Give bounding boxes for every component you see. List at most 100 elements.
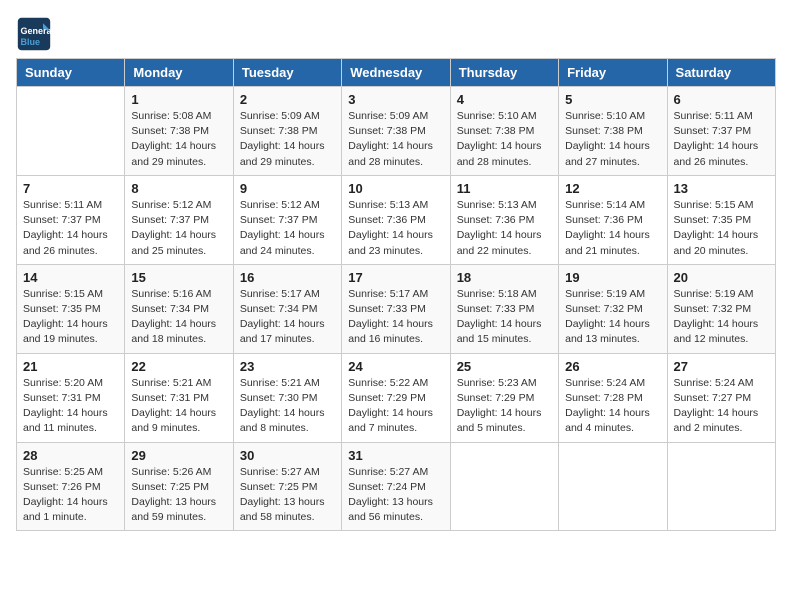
day-number: 20 [674,270,769,285]
day-info: Sunrise: 5:26 AMSunset: 7:25 PMDaylight:… [131,465,226,526]
day-number: 12 [565,181,660,196]
day-number: 10 [348,181,443,196]
day-info: Sunrise: 5:15 AMSunset: 7:35 PMDaylight:… [23,287,118,348]
calendar-cell: 29 Sunrise: 5:26 AMSunset: 7:25 PMDayligh… [125,442,233,531]
calendar-cell [559,442,667,531]
calendar-cell: 20 Sunrise: 5:19 AMSunset: 7:32 PMDayligh… [667,264,775,353]
calendar-cell: 16 Sunrise: 5:17 AMSunset: 7:34 PMDayligh… [233,264,341,353]
weekday-header-cell: Sunday [17,59,125,87]
day-info: Sunrise: 5:12 AMSunset: 7:37 PMDaylight:… [240,198,335,259]
calendar-cell: 7 Sunrise: 5:11 AMSunset: 7:37 PMDaylight… [17,175,125,264]
day-number: 7 [23,181,118,196]
day-info: Sunrise: 5:15 AMSunset: 7:35 PMDaylight:… [674,198,769,259]
weekday-header-cell: Wednesday [342,59,450,87]
calendar-cell: 30 Sunrise: 5:27 AMSunset: 7:25 PMDayligh… [233,442,341,531]
weekday-header-row: SundayMondayTuesdayWednesdayThursdayFrid… [17,59,776,87]
day-info: Sunrise: 5:27 AMSunset: 7:25 PMDaylight:… [240,465,335,526]
day-info: Sunrise: 5:25 AMSunset: 7:26 PMDaylight:… [23,465,118,526]
day-number: 5 [565,92,660,107]
day-info: Sunrise: 5:14 AMSunset: 7:36 PMDaylight:… [565,198,660,259]
calendar-cell: 21Sunrise: 5:20 AMSunset: 7:31 PMDayligh… [17,353,125,442]
page-header: General Blue [16,16,776,52]
day-number: 28 [23,448,118,463]
calendar-body: 1 Sunrise: 5:08 AMSunset: 7:38 PMDaylight… [17,87,776,531]
day-info: Sunrise: 5:19 AMSunset: 7:32 PMDaylight:… [565,287,660,348]
calendar-cell: 26 Sunrise: 5:24 AMSunset: 7:28 PMDayligh… [559,353,667,442]
day-number: 3 [348,92,443,107]
day-info: Sunrise: 5:11 AMSunset: 7:37 PMDaylight:… [23,198,118,259]
calendar-cell: 1 Sunrise: 5:08 AMSunset: 7:38 PMDaylight… [125,87,233,176]
logo-icon: General Blue [16,16,52,52]
day-info: Sunrise: 5:22 AMSunset: 7:29 PMDaylight:… [348,376,443,437]
weekday-header-cell: Monday [125,59,233,87]
calendar-table: SundayMondayTuesdayWednesdayThursdayFrid… [16,58,776,531]
calendar-week-row: 28 Sunrise: 5:25 AMSunset: 7:26 PMDayligh… [17,442,776,531]
calendar-cell: 8 Sunrise: 5:12 AMSunset: 7:37 PMDaylight… [125,175,233,264]
calendar-cell: 12 Sunrise: 5:14 AMSunset: 7:36 PMDayligh… [559,175,667,264]
day-number: 18 [457,270,552,285]
day-info: Sunrise: 5:27 AMSunset: 7:24 PMDaylight:… [348,465,443,526]
calendar-week-row: 14 Sunrise: 5:15 AMSunset: 7:35 PMDayligh… [17,264,776,353]
day-info: Sunrise: 5:16 AMSunset: 7:34 PMDaylight:… [131,287,226,348]
calendar-cell [450,442,558,531]
day-info: Sunrise: 5:23 AMSunset: 7:29 PMDaylight:… [457,376,552,437]
day-number: 8 [131,181,226,196]
day-info: Sunrise: 5:17 AMSunset: 7:33 PMDaylight:… [348,287,443,348]
day-info: Sunrise: 5:19 AMSunset: 7:32 PMDaylight:… [674,287,769,348]
calendar-cell: 11 Sunrise: 5:13 AMSunset: 7:36 PMDayligh… [450,175,558,264]
calendar-week-row: 7 Sunrise: 5:11 AMSunset: 7:37 PMDaylight… [17,175,776,264]
day-info: Sunrise: 5:13 AMSunset: 7:36 PMDaylight:… [457,198,552,259]
logo: General Blue [16,16,54,52]
calendar-cell: 18 Sunrise: 5:18 AMSunset: 7:33 PMDayligh… [450,264,558,353]
calendar-cell: 5 Sunrise: 5:10 AMSunset: 7:38 PMDaylight… [559,87,667,176]
day-number: 16 [240,270,335,285]
weekday-header-cell: Saturday [667,59,775,87]
day-number: 13 [674,181,769,196]
day-number: 4 [457,92,552,107]
svg-text:Blue: Blue [21,37,41,47]
day-info: Sunrise: 5:24 AMSunset: 7:28 PMDaylight:… [565,376,660,437]
day-info: Sunrise: 5:09 AMSunset: 7:38 PMDaylight:… [240,109,335,170]
day-number: 24 [348,359,443,374]
weekday-header-cell: Tuesday [233,59,341,87]
day-number: 17 [348,270,443,285]
calendar-cell: 19Sunrise: 5:19 AMSunset: 7:32 PMDayligh… [559,264,667,353]
calendar-cell: 27Sunrise: 5:24 AMSunset: 7:27 PMDayligh… [667,353,775,442]
day-number: 11 [457,181,552,196]
calendar-cell: 13 Sunrise: 5:15 AMSunset: 7:35 PMDayligh… [667,175,775,264]
day-number: 6 [674,92,769,107]
day-info: Sunrise: 5:21 AMSunset: 7:30 PMDaylight:… [240,376,335,437]
day-info: Sunrise: 5:20 AMSunset: 7:31 PMDaylight:… [23,376,118,437]
calendar-cell: 25 Sunrise: 5:23 AMSunset: 7:29 PMDayligh… [450,353,558,442]
calendar-cell: 2 Sunrise: 5:09 AMSunset: 7:38 PMDaylight… [233,87,341,176]
day-info: Sunrise: 5:12 AMSunset: 7:37 PMDaylight:… [131,198,226,259]
day-number: 29 [131,448,226,463]
calendar-cell [17,87,125,176]
day-number: 27 [674,359,769,374]
day-info: Sunrise: 5:11 AMSunset: 7:37 PMDaylight:… [674,109,769,170]
day-info: Sunrise: 5:08 AMSunset: 7:38 PMDaylight:… [131,109,226,170]
day-info: Sunrise: 5:10 AMSunset: 7:38 PMDaylight:… [565,109,660,170]
day-number: 30 [240,448,335,463]
day-info: Sunrise: 5:18 AMSunset: 7:33 PMDaylight:… [457,287,552,348]
day-info: Sunrise: 5:10 AMSunset: 7:38 PMDaylight:… [457,109,552,170]
calendar-cell: 23 Sunrise: 5:21 AMSunset: 7:30 PMDayligh… [233,353,341,442]
day-number: 9 [240,181,335,196]
day-info: Sunrise: 5:17 AMSunset: 7:34 PMDaylight:… [240,287,335,348]
calendar-cell: 17 Sunrise: 5:17 AMSunset: 7:33 PMDayligh… [342,264,450,353]
weekday-header-cell: Thursday [450,59,558,87]
day-number: 14 [23,270,118,285]
day-number: 23 [240,359,335,374]
day-info: Sunrise: 5:21 AMSunset: 7:31 PMDaylight:… [131,376,226,437]
day-number: 25 [457,359,552,374]
calendar-cell [667,442,775,531]
calendar-cell: 3Sunrise: 5:09 AMSunset: 7:38 PMDaylight… [342,87,450,176]
day-number: 26 [565,359,660,374]
calendar-cell: 15Sunrise: 5:16 AMSunset: 7:34 PMDayligh… [125,264,233,353]
day-number: 1 [131,92,226,107]
calendar-cell: 24 Sunrise: 5:22 AMSunset: 7:29 PMDayligh… [342,353,450,442]
day-number: 2 [240,92,335,107]
day-number: 22 [131,359,226,374]
calendar-cell: 22 Sunrise: 5:21 AMSunset: 7:31 PMDayligh… [125,353,233,442]
calendar-cell: 14 Sunrise: 5:15 AMSunset: 7:35 PMDayligh… [17,264,125,353]
